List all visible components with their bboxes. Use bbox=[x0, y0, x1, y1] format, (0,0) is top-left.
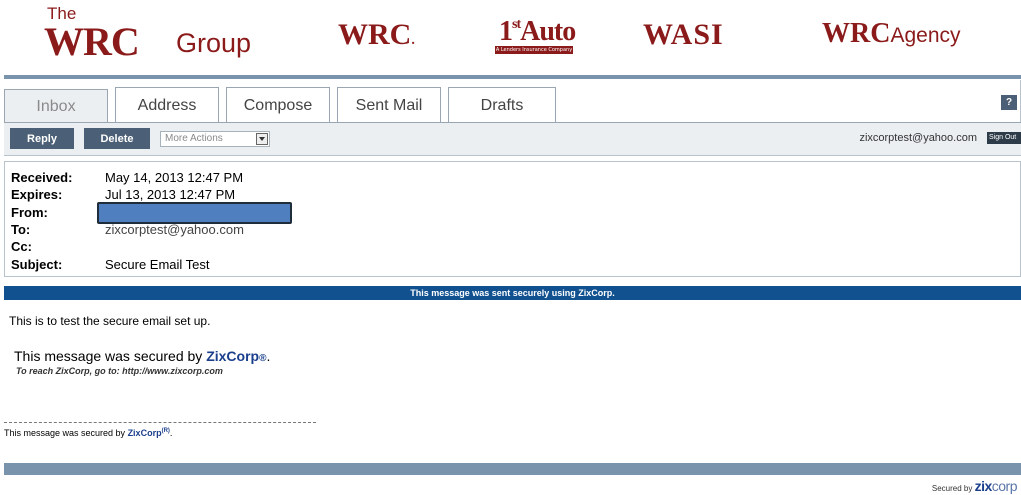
zixcorp-logo-zix: zix bbox=[974, 478, 993, 494]
reply-button[interactable]: Reply bbox=[10, 128, 74, 149]
secure-notice-bar: This message was sent securely using Zix… bbox=[4, 286, 1021, 300]
from-label: From: bbox=[11, 205, 48, 220]
to-label: To: bbox=[11, 222, 31, 237]
expires-label: Expires: bbox=[11, 187, 63, 202]
message-toolbar: Reply Delete More Actions zixcorptest@ya… bbox=[4, 122, 1021, 156]
signature-divider bbox=[4, 422, 316, 423]
footer-secured-prefix: This message was secured by bbox=[4, 428, 128, 438]
wrc-group-logo-group: Group bbox=[176, 28, 252, 58]
subject-value: Secure Email Test bbox=[105, 257, 210, 272]
wrc-agency-logo-wrc: WRC bbox=[822, 18, 891, 49]
wrc-agency-logo-agency: Agency bbox=[890, 24, 961, 47]
wrc-agency-logo: WRCAgency bbox=[822, 18, 961, 50]
tab-drafts[interactable]: Drafts bbox=[448, 87, 556, 123]
tab-bar: Inbox Address Compose Sent Mail Drafts ? bbox=[4, 80, 1021, 124]
wasi-logo: WASI bbox=[643, 18, 724, 51]
first-auto-logo-word: Auto bbox=[520, 16, 576, 47]
chevron-down-icon[interactable] bbox=[256, 133, 268, 145]
tab-compose[interactable]: Compose bbox=[226, 87, 330, 123]
secured-by-label: Secured by bbox=[931, 484, 973, 493]
first-auto-logo-tagline: A Lenders Insurance Company bbox=[495, 46, 573, 54]
secured-by-zixcorp-badge: Secured by zixcorp bbox=[931, 478, 1018, 494]
first-auto-logo-num: 1 bbox=[499, 16, 513, 47]
user-email: zixcorptest@yahoo.com bbox=[859, 132, 977, 144]
tab-address[interactable]: Address bbox=[115, 87, 219, 123]
first-auto-logo-sup: st bbox=[512, 17, 521, 32]
wrc-logo: WRC. bbox=[338, 18, 415, 52]
sign-out-button[interactable]: Sign Out bbox=[987, 132, 1021, 144]
footer-secured-note: This message was secured by ZixCorp(R). bbox=[4, 428, 172, 438]
tab-inbox[interactable]: Inbox bbox=[4, 89, 108, 124]
wrc-group-logo-wrc: WRC bbox=[44, 19, 140, 64]
cc-label: Cc: bbox=[11, 239, 32, 254]
received-label: Received: bbox=[11, 170, 73, 185]
logo-banner: The WRC Group WRC. 1stAuto A Lenders Ins… bbox=[0, 0, 1021, 72]
zixcorp-logo-corp: corp bbox=[991, 478, 1018, 494]
zixcorp-reach-note: To reach ZixCorp, go to: http://www.zixc… bbox=[16, 366, 223, 376]
secured-by-period: . bbox=[266, 348, 271, 364]
secured-by-prefix: This message was secured by bbox=[14, 348, 207, 364]
wrc-logo-text: WRC bbox=[338, 18, 412, 51]
subject-label: Subject: bbox=[11, 257, 63, 272]
footer-zixcorp-link[interactable]: ZixCorp bbox=[128, 428, 162, 438]
more-actions-select[interactable]: More Actions bbox=[160, 131, 270, 147]
help-button[interactable]: ? bbox=[1001, 95, 1017, 110]
expires-value: Jul 13, 2013 12:47 PM bbox=[105, 187, 236, 202]
footer-period: . bbox=[169, 428, 173, 438]
to-value: zixcorptest@yahoo.com bbox=[105, 222, 244, 237]
zixcorp-brand-text: ZixCorp bbox=[206, 348, 260, 364]
more-actions-label: More Actions bbox=[165, 133, 223, 144]
secured-by-line: This message was secured by ZixCorp®. bbox=[14, 348, 270, 364]
received-value: May 14, 2013 12:47 PM bbox=[105, 170, 244, 185]
first-auto-logo: 1stAuto A Lenders Insurance Company bbox=[495, 16, 576, 54]
zixcorp-logo: zixcorp bbox=[974, 478, 1018, 494]
top-divider bbox=[4, 75, 1021, 79]
delete-button[interactable]: Delete bbox=[84, 128, 150, 149]
wrc-logo-mark: . bbox=[411, 33, 415, 48]
footer-registered-mark: (R) bbox=[161, 428, 170, 434]
from-redaction-box bbox=[97, 202, 292, 224]
message-body: This is to test the secure email set up. bbox=[9, 314, 211, 328]
zixcorp-brand[interactable]: ZixCorp® bbox=[206, 348, 266, 364]
tab-sent-mail[interactable]: Sent Mail bbox=[337, 87, 441, 123]
bottom-divider bbox=[4, 463, 1021, 475]
first-auto-logo-text: 1stAuto bbox=[499, 16, 576, 48]
